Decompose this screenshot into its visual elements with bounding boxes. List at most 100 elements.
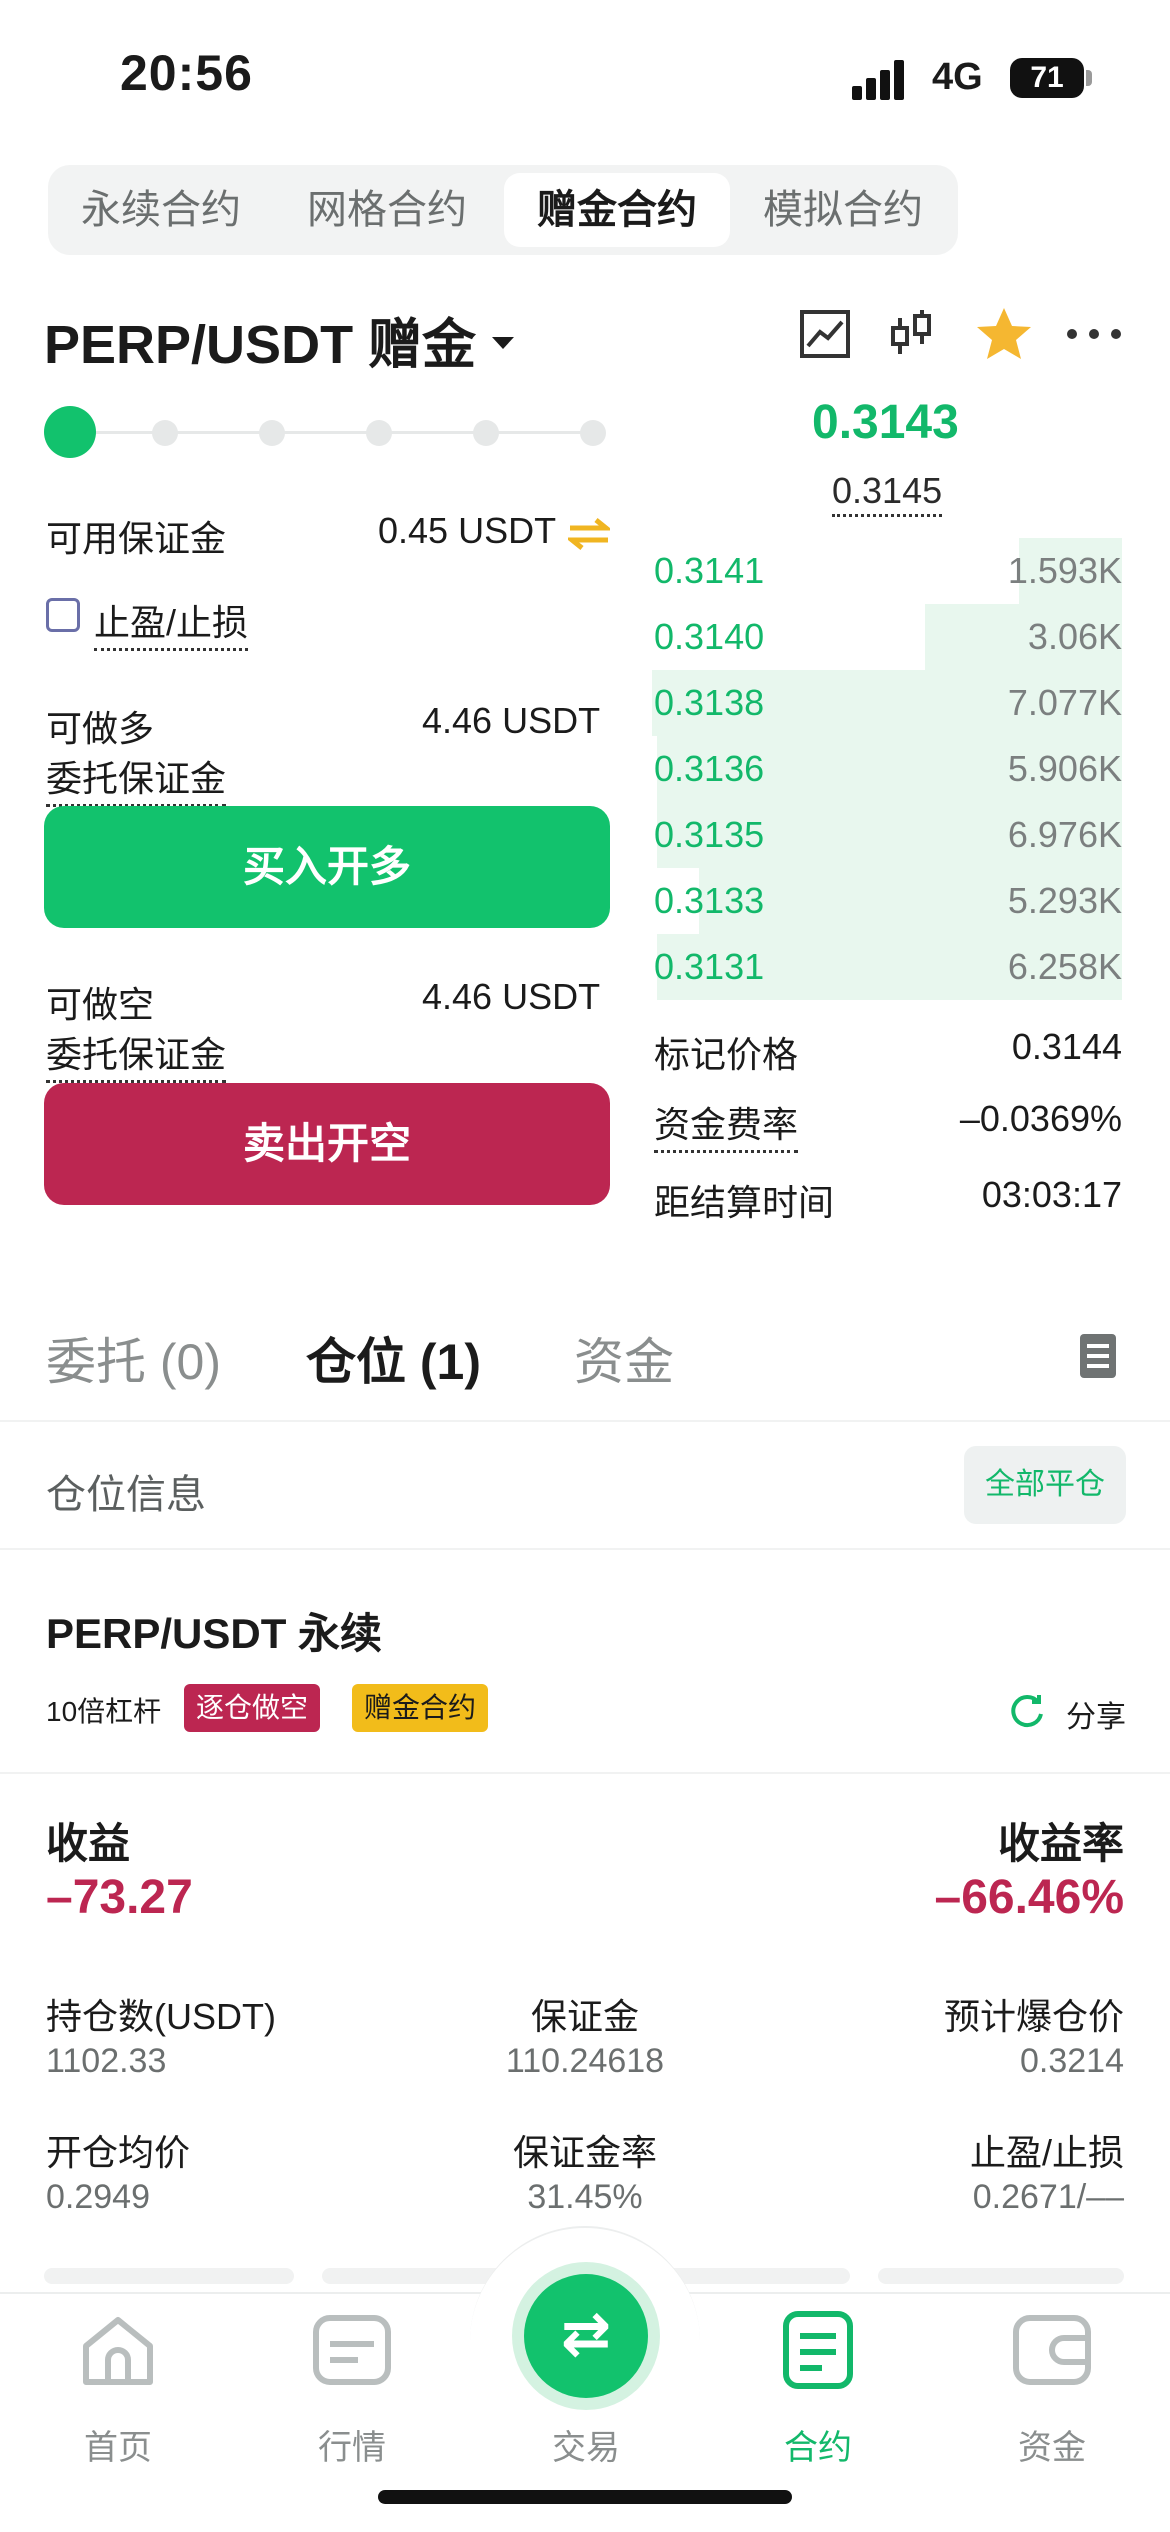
- market-icon[interactable]: [312, 2314, 392, 2386]
- margin-value: 110.24618: [505, 2042, 665, 2080]
- nav-home[interactable]: 首页: [18, 2420, 218, 2469]
- document-icon[interactable]: [1080, 1334, 1116, 1378]
- position-size-label: 持仓数(USDT): [46, 1996, 276, 2037]
- short-available-value: 4.46 USDT: [422, 976, 601, 1017]
- orderbook-row[interactable]: 0.3140 3.06K: [652, 604, 1122, 670]
- slider-step[interactable]: [366, 420, 392, 446]
- battery-tip: [1086, 70, 1092, 86]
- entry-price-value: 0.2949: [46, 2178, 150, 2216]
- slider-step[interactable]: [259, 420, 285, 446]
- liquidation-price-value: 0.3214: [1020, 2042, 1124, 2080]
- slider-step[interactable]: [473, 420, 499, 446]
- orderbook-row[interactable]: 0.3131 6.258K: [652, 934, 1122, 1000]
- leverage-slider-knob[interactable]: [44, 406, 96, 458]
- mark-price-value: 0.3144: [1011, 1026, 1122, 1067]
- orderbook-price: 0.3135: [654, 814, 765, 855]
- tab-orders[interactable]: 委托 (0): [46, 1322, 221, 1394]
- candlestick-icon[interactable]: [884, 304, 944, 364]
- slider-step[interactable]: [580, 420, 606, 446]
- nav-assets[interactable]: 资金: [952, 2420, 1152, 2469]
- pair-selector[interactable]: PERP/USDT 赠金: [44, 300, 515, 379]
- pnl-label: 收益: [46, 1820, 131, 1867]
- nav-market[interactable]: 行情: [252, 2420, 452, 2469]
- divider: [0, 1420, 1170, 1422]
- transfer-icon[interactable]: [568, 516, 610, 552]
- available-margin-value: 0.45 USDT: [378, 510, 557, 551]
- mark-price-hint[interactable]: 0.3145: [832, 470, 943, 517]
- orderbook-qty: 5.293K: [1007, 880, 1122, 921]
- tab-grid[interactable]: 网格合约: [282, 173, 492, 247]
- mark-price-label: 标记价格: [654, 1034, 799, 1075]
- orderbook-qty: 6.258K: [1007, 946, 1122, 987]
- chevron-down-icon: [492, 336, 515, 349]
- home-indicator: [378, 2490, 792, 2504]
- close-all-button[interactable]: 全部平仓: [964, 1446, 1126, 1524]
- nav-trade[interactable]: 交易: [486, 2420, 686, 2469]
- share-button[interactable]: 分享: [1066, 1692, 1126, 1736]
- signal-icon: [852, 56, 912, 100]
- share-icon[interactable]: [1008, 1692, 1046, 1730]
- leverage-slider-track[interactable]: [70, 431, 600, 434]
- star-icon[interactable]: [974, 304, 1034, 364]
- margin-ratio-label: 保证金率: [512, 2132, 657, 2173]
- entry-price-label: 开仓均价: [46, 2132, 191, 2173]
- nav-contract[interactable]: 合约: [718, 2420, 918, 2469]
- tpsl-position-label: 止盈/止损: [969, 2132, 1124, 2173]
- orderbook-row[interactable]: 0.3133 5.293K: [652, 868, 1122, 934]
- tab-bonus[interactable]: 赠金合约: [504, 173, 730, 247]
- contract-icon[interactable]: [782, 2310, 854, 2390]
- orderbook-row[interactable]: 0.3136 5.906K: [652, 736, 1122, 802]
- pnl-value: –73.27: [46, 1871, 193, 1924]
- margin-label: 保证金: [530, 1996, 639, 2037]
- position-symbol[interactable]: PERP/USDT 永续: [46, 1600, 382, 1661]
- divider: [0, 1772, 1170, 1774]
- line-chart-icon[interactable]: [796, 304, 856, 364]
- contract-type-tabs: 永续合约 网格合约 赠金合约 模拟合约: [48, 165, 958, 255]
- tab-demo[interactable]: 模拟合约: [738, 173, 948, 247]
- orderbook-price: 0.3141: [654, 550, 765, 591]
- tpsl-label[interactable]: 止盈/止损: [94, 594, 249, 651]
- roe-value: –66.46%: [934, 1871, 1125, 1924]
- orderbook-row[interactable]: 0.3141 1.593K: [652, 538, 1122, 604]
- last-price: 0.3143: [812, 396, 959, 449]
- status-time: 20:56: [120, 45, 253, 101]
- battery-icon: 71: [1010, 58, 1084, 98]
- funding-rate-label[interactable]: 资金费率: [654, 1096, 799, 1153]
- divider: [0, 1548, 1170, 1550]
- long-margin-label[interactable]: 委托保证金: [46, 750, 227, 807]
- tab-perpetual[interactable]: 永续合约: [56, 173, 266, 247]
- position-size-value: 1102.33: [46, 2042, 167, 2080]
- sell-short-button[interactable]: 卖出开空: [44, 1083, 610, 1205]
- orderbook-qty: 3.06K: [1027, 616, 1122, 657]
- margin-ratio-value: 31.45%: [527, 2178, 643, 2216]
- margin-mode-badge: 逐仓做空: [184, 1684, 321, 1732]
- settlement-time-value: 03:03:17: [981, 1174, 1122, 1215]
- orderbook-qty: 7.077K: [1007, 682, 1122, 723]
- orderbook-qty: 1.593K: [1007, 550, 1122, 591]
- tab-positions[interactable]: 仓位 (1): [306, 1322, 481, 1394]
- more-dots-icon[interactable]: [1064, 304, 1124, 364]
- network-type: 4G: [932, 56, 983, 98]
- swap-icon[interactable]: ⇄: [524, 2274, 648, 2398]
- roe-label: 收益率: [997, 1820, 1124, 1867]
- settlement-time-label: 距结算时间: [654, 1182, 835, 1223]
- wallet-icon[interactable]: [1012, 2314, 1092, 2386]
- short-margin-label[interactable]: 委托保证金: [46, 1026, 227, 1083]
- orderbook-price: 0.3133: [654, 880, 765, 921]
- slider-step[interactable]: [152, 420, 178, 446]
- orderbook-qty: 5.906K: [1007, 748, 1122, 789]
- liquidation-price-label: 预计爆仓价: [943, 1996, 1124, 2037]
- short-available-label: 可做空: [46, 984, 155, 1025]
- orderbook-price: 0.3140: [654, 616, 765, 657]
- contract-type-badge: 赠金合约: [352, 1684, 489, 1732]
- tab-funds[interactable]: 资金: [574, 1322, 674, 1394]
- tpsl-checkbox[interactable]: [46, 598, 80, 632]
- long-available-label: 可做多: [46, 708, 155, 749]
- orderbook-price: 0.3136: [654, 748, 765, 789]
- orderbook-row[interactable]: 0.3138 7.077K: [652, 670, 1122, 736]
- orderbook-price: 0.3131: [654, 946, 765, 987]
- buy-long-button[interactable]: 买入开多: [44, 806, 610, 928]
- home-icon[interactable]: [80, 2312, 156, 2388]
- orderbook-row[interactable]: 0.3135 6.976K: [652, 802, 1122, 868]
- orderbook-qty: 6.976K: [1007, 814, 1122, 855]
